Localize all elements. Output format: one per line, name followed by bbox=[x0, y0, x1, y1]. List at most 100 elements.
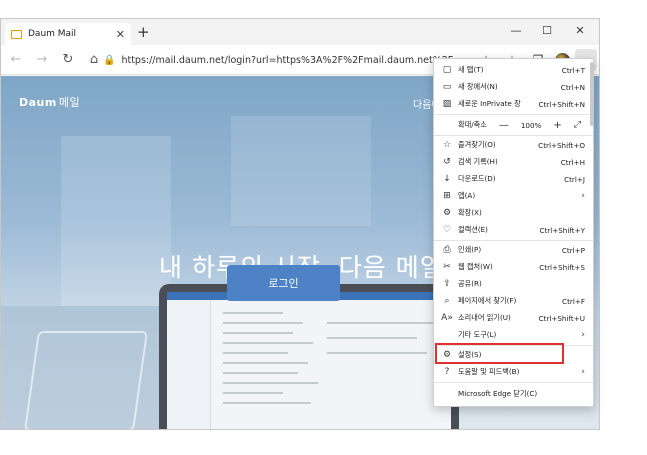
menu-item-more-tools[interactable]: 기타 도구(L) › bbox=[434, 327, 593, 343]
screen-line bbox=[223, 312, 283, 314]
screen-line bbox=[327, 322, 437, 324]
menu-item-shortcut: Ctrl+Shift+S bbox=[539, 262, 585, 272]
menu-item-label: Microsoft Edge 닫기(C) bbox=[458, 389, 538, 398]
menu-item-favorites[interactable]: ☆ 즐겨찾기(O) Ctrl+Shift+O bbox=[434, 137, 593, 153]
menu-item-label: 즐겨찾기(O) bbox=[458, 140, 496, 149]
menu-item-history[interactable]: ↺ 검색 기록(H) Ctrl+H bbox=[434, 154, 593, 170]
extensions-icon: ⚙ bbox=[442, 208, 452, 218]
menu-item-downloads[interactable]: ↓ 다운로드(D) Ctrl+J bbox=[434, 171, 593, 187]
logo-suffix: 메일 bbox=[58, 96, 81, 109]
laptop-screen bbox=[167, 292, 451, 429]
menu-scrollbar[interactable] bbox=[590, 62, 594, 126]
screen-line bbox=[327, 337, 417, 339]
basket-image bbox=[23, 331, 149, 429]
menu-item-new-tab[interactable]: ▢ 새 탭(T) Ctrl+T bbox=[434, 62, 593, 78]
menu-item-shortcut: Ctrl+Shift+N bbox=[538, 99, 585, 109]
menu-item-label: 기타 도구(L) bbox=[458, 330, 497, 339]
mail-icon bbox=[11, 29, 22, 39]
menu-item-label: 검색 기록(H) bbox=[458, 157, 498, 166]
menu-item-find-on-page[interactable]: ⌕ 페이지에서 찾기(F) Ctrl+F bbox=[434, 293, 593, 309]
screen-line bbox=[327, 352, 427, 354]
inprivate-icon: ▨ bbox=[442, 99, 452, 109]
chevron-right-icon: › bbox=[581, 367, 585, 377]
menu-item-shortcut: Ctrl+Shift+Y bbox=[539, 225, 585, 235]
menu-item-shortcut: Ctrl+H bbox=[560, 157, 585, 167]
refresh-button[interactable]: ↻ bbox=[57, 49, 79, 71]
maximize-button[interactable]: ☐ bbox=[532, 21, 562, 41]
menu-item-inprivate[interactable]: ▨ 새로운 InPrivate 창 Ctrl+Shift+N bbox=[434, 96, 593, 112]
share-icon: ⇪ bbox=[443, 279, 451, 289]
menu-item-help[interactable]: ? 도움말 및 피드백(B) › bbox=[434, 364, 593, 380]
menu-item-label: 새 탭(T) bbox=[458, 65, 484, 74]
menu-item-shortcut: Ctrl+F bbox=[562, 296, 585, 306]
menu-item-print[interactable]: ⎙ 인쇄(P) Ctrl+P bbox=[434, 242, 593, 258]
settings-highlight-box bbox=[435, 343, 564, 364]
menu-item-label: 컬렉션(E) bbox=[458, 225, 488, 234]
new-tab-icon: ▢ bbox=[442, 65, 452, 75]
menu-item-shortcut: Ctrl+P bbox=[561, 245, 585, 255]
menu-divider bbox=[434, 135, 593, 136]
screen-line bbox=[223, 362, 308, 364]
new-tab-button[interactable]: + bbox=[137, 23, 150, 41]
menu-item-shortcut: Ctrl+J bbox=[564, 174, 585, 184]
menu-item-share[interactable]: ⇪ 공유(R) bbox=[434, 276, 593, 292]
screen-sidebar bbox=[167, 300, 211, 429]
daum-mail-logo[interactable]: Daum 메일 bbox=[19, 94, 80, 110]
url-text[interactable]: https://mail.daum.net/login?url=https%3A… bbox=[121, 55, 453, 66]
screen-line bbox=[223, 342, 313, 344]
zoom-out-button[interactable]: — bbox=[499, 120, 509, 131]
new-window-icon: ▭ bbox=[442, 82, 452, 92]
print-icon: ⎙ bbox=[443, 245, 451, 255]
lock-icon: 🔒 bbox=[103, 54, 116, 66]
menu-item-extensions[interactable]: ⚙ 확장(X) bbox=[434, 205, 593, 221]
menu-item-label: 공유(R) bbox=[458, 279, 482, 288]
web-capture-icon: ✂ bbox=[443, 262, 451, 272]
login-button[interactable]: 로그인 bbox=[227, 265, 340, 301]
tab-strip: Daum Mail ✕ + — ☐ ✕ bbox=[1, 19, 599, 45]
help-icon: ? bbox=[444, 367, 450, 377]
laptop-image bbox=[159, 284, 459, 429]
menu-item-shortcut: Ctrl+Shift+U bbox=[538, 313, 585, 323]
menu-item-label: 웹 캡처(W) bbox=[458, 262, 493, 271]
chevron-right-icon: › bbox=[581, 330, 585, 340]
screen-line bbox=[223, 402, 311, 404]
menu-item-close-edge[interactable]: Microsoft Edge 닫기(C) bbox=[434, 386, 593, 402]
zoom-in-button[interactable]: + bbox=[553, 120, 561, 131]
background-shape bbox=[231, 116, 371, 226]
menu-item-web-capture[interactable]: ✂ 웹 캡처(W) Ctrl+Shift+S bbox=[434, 259, 593, 275]
menu-item-new-window[interactable]: ▭ 새 창에서(N) Ctrl+N bbox=[434, 79, 593, 95]
menu-item-label: 소리내어 읽기(U) bbox=[458, 313, 511, 322]
minimize-button[interactable]: — bbox=[501, 21, 531, 41]
screen-line bbox=[223, 382, 318, 384]
history-icon: ↺ bbox=[443, 157, 451, 167]
menu-item-shortcut: Ctrl+Shift+O bbox=[538, 140, 585, 150]
close-tab-icon[interactable]: ✕ bbox=[116, 28, 125, 41]
menu-item-label: 새로운 InPrivate 창 bbox=[458, 99, 521, 108]
fullscreen-icon[interactable]: ⤢ bbox=[574, 120, 581, 130]
apps-icon: ⊞ bbox=[443, 191, 451, 201]
chevron-right-icon: › bbox=[581, 191, 585, 201]
screen-line bbox=[223, 392, 283, 394]
menu-item-shortcut: Ctrl+T bbox=[561, 65, 585, 75]
back-button[interactable]: ← bbox=[5, 49, 27, 71]
close-window-button[interactable]: ✕ bbox=[565, 21, 595, 41]
menu-item-collections[interactable]: ♡ 컬렉션(E) Ctrl+Shift+Y bbox=[434, 222, 593, 238]
find-icon: ⌕ bbox=[444, 296, 450, 306]
forward-button[interactable]: → bbox=[31, 49, 53, 71]
menu-divider bbox=[434, 114, 593, 115]
home-button[interactable]: ⌂ bbox=[83, 49, 105, 71]
logo-text: Daum bbox=[19, 96, 57, 109]
menu-item-read-aloud[interactable]: A» 소리내어 읽기(U) Ctrl+Shift+U bbox=[434, 310, 593, 326]
tab-daum-mail[interactable]: Daum Mail ✕ bbox=[5, 23, 131, 45]
zoom-value: 100% bbox=[520, 120, 542, 130]
menu-item-label: 도움말 및 피드백(B) bbox=[458, 367, 520, 376]
download-icon: ↓ bbox=[443, 174, 451, 184]
menu-item-label: 새 창에서(N) bbox=[458, 82, 498, 91]
star-icon: ☆ bbox=[442, 140, 452, 150]
menu-item-apps[interactable]: ⊞ 앱(A) › bbox=[434, 188, 593, 204]
menu-item-shortcut: Ctrl+N bbox=[560, 82, 585, 92]
collections-icon: ♡ bbox=[442, 225, 452, 235]
screen-line bbox=[223, 352, 288, 354]
screen-line bbox=[223, 322, 303, 324]
screen-line bbox=[223, 332, 293, 334]
